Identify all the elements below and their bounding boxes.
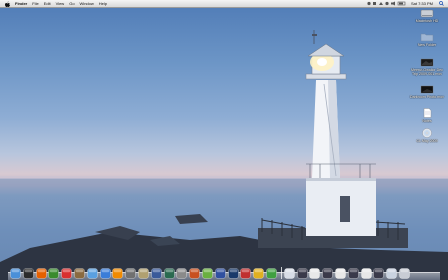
movie-file-icon: [420, 85, 434, 94]
desktop-icon-label: Darkroom Photo.mov: [410, 95, 444, 99]
menu-file[interactable]: File: [32, 0, 38, 7]
game-icon[interactable]: [215, 268, 226, 279]
stack-folder-icon[interactable]: [283, 268, 295, 279]
folder-icon: [420, 33, 434, 42]
trash-icon[interactable]: [399, 268, 410, 279]
utility-icon[interactable]: [125, 268, 136, 279]
vlc-icon[interactable]: [112, 268, 124, 279]
menu-window[interactable]: Window: [80, 0, 94, 7]
time-machine-icon[interactable]: [163, 268, 175, 279]
spotlight-icon[interactable]: [439, 1, 444, 6]
dock: [8, 262, 440, 280]
calendar-icon[interactable]: [61, 268, 72, 279]
app-yellow-icon[interactable]: [253, 268, 264, 279]
status-icon: [372, 2, 376, 5]
dashboard-icon[interactable]: [23, 268, 34, 279]
status-icon: [367, 1, 371, 6]
menu-extras: [367, 1, 407, 6]
desktop-icon-label: Macintosh HD: [415, 19, 439, 23]
desktop-icon-label: Notes: [422, 119, 432, 123]
itunes-icon[interactable]: [87, 268, 98, 279]
desktop-icon-label: Meerut-Gwalior Dec Trip 2009-001.mov: [411, 68, 443, 76]
lighthouse-scene: [0, 30, 448, 280]
volume-icon: [390, 1, 395, 6]
app-green-icon[interactable]: [266, 268, 277, 279]
adium-icon[interactable]: [48, 268, 60, 279]
safari-icon[interactable]: [99, 268, 111, 279]
window-thumbnail-icon[interactable]: [347, 268, 359, 279]
desktop-icon-label: New Folder: [417, 43, 437, 47]
quicktime-icon[interactable]: [151, 268, 162, 279]
movie-file-icon: [420, 58, 434, 67]
photoshop-icon[interactable]: [227, 268, 239, 279]
menu-bar: Finder File Edit View Go Window Help Sat…: [0, 0, 448, 8]
bluetooth-icon: [385, 1, 389, 6]
wifi-icon: [378, 2, 383, 5]
desktop-icon-label: CL May 2009: [416, 139, 438, 143]
menu-help[interactable]: Help: [99, 0, 107, 7]
coda-icon[interactable]: [202, 268, 213, 279]
preview-icon[interactable]: [138, 268, 149, 279]
documents-stack-icon[interactable]: [386, 268, 397, 279]
menu-edit[interactable]: Edit: [44, 0, 51, 7]
dock-separator: [280, 267, 282, 279]
app-red-icon[interactable]: [240, 268, 252, 279]
window-thumbnail-icon[interactable]: [322, 268, 333, 279]
desktop-icon-disc[interactable]: CL May 2009: [405, 128, 448, 143]
desktop-icon-new-folder[interactable]: New Folder: [405, 32, 448, 47]
desktop-icon-movie-1[interactable]: Meerut-Gwalior Dec Trip 2009-001.mov: [405, 57, 448, 76]
desktop-icon-macintosh-hd[interactable]: Macintosh HD: [405, 8, 448, 23]
hard-drive-icon: [420, 9, 434, 18]
menu-finder[interactable]: Finder: [15, 0, 27, 7]
apple-icon[interactable]: [5, 1, 11, 7]
window-thumbnail-icon[interactable]: [335, 268, 346, 279]
desktop-icon-notes[interactable]: Notes: [405, 108, 448, 123]
window-thumbnail-icon[interactable]: [360, 268, 372, 279]
menu-go[interactable]: Go: [69, 0, 74, 7]
tool-icon[interactable]: [189, 268, 200, 279]
address-book-icon[interactable]: [74, 268, 85, 279]
finder-icon[interactable]: [10, 268, 21, 279]
window-thumbnail-icon[interactable]: [373, 268, 385, 279]
desktop-icon-movie-2[interactable]: Darkroom Photo.mov: [405, 84, 448, 99]
dock-items: [10, 262, 412, 279]
document-icon: [423, 108, 432, 118]
desktop-wallpaper: [0, 0, 448, 280]
menubar-clock[interactable]: Sat 7:33 PM: [411, 0, 433, 7]
system-preferences-icon[interactable]: [176, 268, 188, 279]
disc-icon: [422, 128, 432, 138]
window-thumbnail-icon[interactable]: [296, 268, 308, 279]
firefox-icon[interactable]: [35, 268, 47, 279]
menu-view[interactable]: View: [56, 0, 65, 7]
window-thumbnail-icon[interactable]: [309, 268, 321, 279]
